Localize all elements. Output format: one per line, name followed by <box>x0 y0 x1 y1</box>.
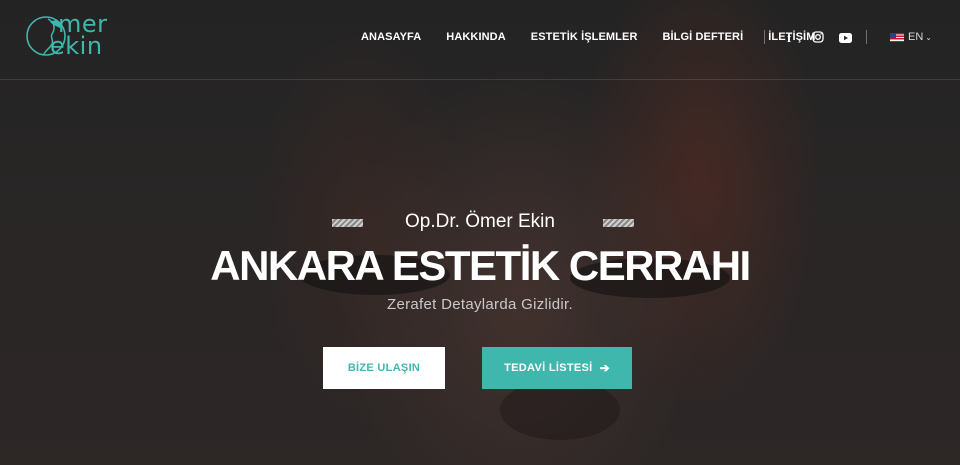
contact-us-button[interactable]: BİZE ULAŞIN <box>323 347 445 389</box>
hero-content: Op.Dr. Ömer Ekin ANKARA ESTETİK CERRAHI … <box>0 0 960 465</box>
arrow-right-icon: ➔ <box>599 361 610 375</box>
hero-tagline: Zerafet Detaylarda Gizlidir. <box>387 296 573 313</box>
hero-title: ANKARA ESTETİK CERRAHI <box>210 242 751 289</box>
hero-subtitle: Op.Dr. Ömer Ekin <box>405 211 555 232</box>
treatment-list-button-label: TEDAVİ LİSTESİ <box>504 362 593 374</box>
contact-us-button-label: BİZE ULAŞIN <box>347 362 421 374</box>
treatment-list-button[interactable]: TEDAVİ LİSTESİ ➔ <box>482 347 632 389</box>
